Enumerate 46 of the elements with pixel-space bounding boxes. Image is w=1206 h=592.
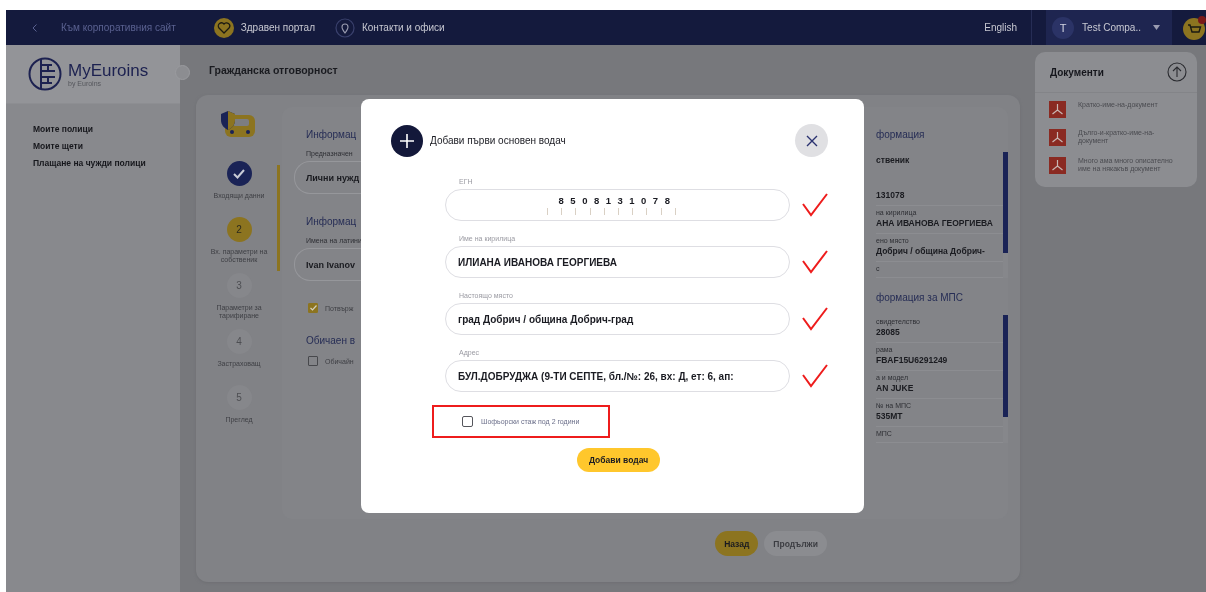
section-heading: формация xyxy=(876,129,926,140)
add-driver-button[interactable]: Добави водач xyxy=(576,448,661,472)
upload-icon[interactable] xyxy=(1167,62,1187,82)
sidebar-item[interactable]: Плащане на чужди полици xyxy=(33,158,180,168)
summary-value: 131078 xyxy=(876,190,906,200)
avatar: T xyxy=(1052,16,1075,39)
back-link[interactable]: Към корпоративния сайт xyxy=(61,22,176,33)
section-heading: Обичаен в xyxy=(306,335,357,346)
section-heading: формация за МПС xyxy=(876,292,964,303)
checkbox[interactable] xyxy=(462,416,473,427)
checkmark-icon xyxy=(233,168,245,179)
caret-icon xyxy=(1153,25,1160,30)
logo-icon xyxy=(28,57,62,91)
summary-value: 535МТ xyxy=(876,411,904,421)
summary-value: 28085 xyxy=(876,327,901,337)
pdf-icon[interactable] xyxy=(1049,101,1066,118)
checkbox[interactable] xyxy=(308,303,318,313)
add-icon xyxy=(391,124,423,157)
checkbox[interactable] xyxy=(308,356,318,366)
pdf-icon[interactable] xyxy=(1049,129,1066,146)
user-menu[interactable]: T Test Compa.. xyxy=(1046,10,1172,45)
step-circle[interactable] xyxy=(226,161,252,186)
logo-text: MyEuroins xyxy=(68,61,149,80)
modal-title: Добави първи основен водач xyxy=(430,135,567,146)
card-title: Документи xyxy=(1050,66,1104,78)
page-title: Гражданска отговорност xyxy=(208,63,339,78)
nav-link[interactable]: Здравен портал xyxy=(240,22,315,33)
summary-value: АНА ИВАНОВА ГЕОРГИЕВА xyxy=(876,218,994,228)
sidebar-item[interactable]: Моите полици xyxy=(33,124,180,134)
summary-subheading: ственик xyxy=(876,155,911,165)
sidebar-item[interactable]: Моите щети xyxy=(33,141,180,151)
close-button[interactable] xyxy=(795,124,828,157)
chevron-left-icon xyxy=(32,23,37,32)
back-button[interactable]: Назад xyxy=(715,531,759,556)
section-heading: Информац xyxy=(306,216,358,227)
language-link[interactable]: English xyxy=(984,22,1018,33)
step-circle[interactable]: 2 xyxy=(226,217,252,242)
summary-value: FBAF15U6291249 xyxy=(876,355,949,365)
location-pin-icon xyxy=(335,17,355,38)
summary-value: AN JUKE xyxy=(876,383,915,393)
nav-link[interactable]: Контакти и офиси xyxy=(362,22,445,33)
pdf-icon[interactable] xyxy=(1049,157,1066,174)
section-heading: Информац xyxy=(306,129,358,140)
cart-icon[interactable] xyxy=(1182,15,1206,40)
summary-value: Добрич / община Добрич- xyxy=(876,246,986,256)
close-icon xyxy=(805,134,818,147)
